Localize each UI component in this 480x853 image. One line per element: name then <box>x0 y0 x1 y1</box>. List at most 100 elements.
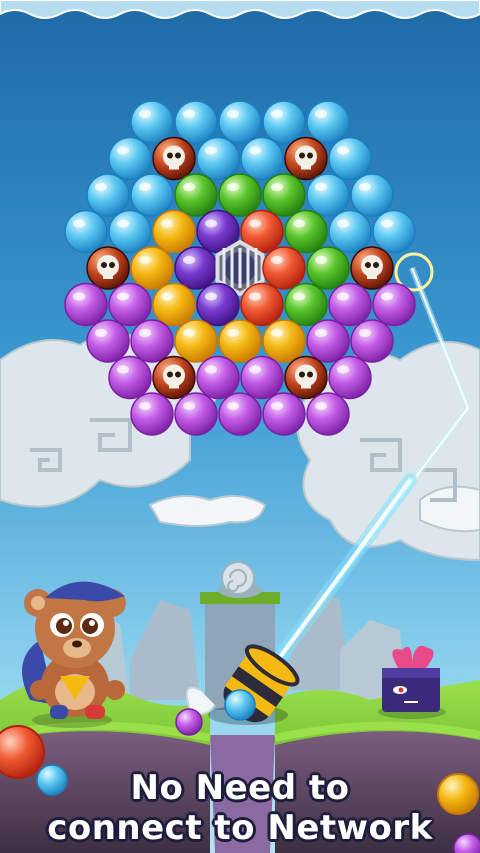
bubble-shine <box>139 183 151 191</box>
bubble-shine <box>271 329 283 337</box>
bubble-shine <box>73 292 85 301</box>
bubble-shine <box>205 146 217 155</box>
bubble-shine <box>95 183 107 191</box>
bubble-shine <box>183 402 195 410</box>
purple-bubble <box>130 392 174 436</box>
bubble-shine <box>139 256 151 264</box>
purple-bubble <box>108 355 152 400</box>
blue-bubble <box>306 173 350 217</box>
purple-bubble <box>196 355 240 400</box>
promo-caption-line-1: No Need to <box>130 768 350 808</box>
bubble-shine <box>293 219 305 228</box>
green-bubble <box>284 209 328 254</box>
green-bubble <box>306 246 350 290</box>
purple-bubble <box>328 282 372 327</box>
bubble-shine <box>359 183 371 191</box>
blue-bubble <box>328 209 372 254</box>
purple-bubble <box>240 355 284 400</box>
bubble-shine <box>271 110 283 118</box>
blue-bubble <box>328 136 372 181</box>
bubble-shine <box>271 402 283 410</box>
blue-bubble <box>108 136 152 181</box>
purple-bubble <box>64 282 108 327</box>
next-bubble[interactable] <box>175 708 203 736</box>
bubble-shine <box>249 365 261 374</box>
violet-bubble <box>196 282 240 327</box>
purple-bubble <box>86 319 130 363</box>
bubble-shine <box>315 110 327 118</box>
blue-bubble <box>306 100 350 144</box>
purple-bubble <box>306 392 350 436</box>
bubble-shine <box>249 219 261 228</box>
bubble-shine <box>337 292 349 301</box>
bubble-shine <box>117 365 129 374</box>
bubble-shine <box>205 365 217 374</box>
blue-bubble <box>196 136 240 181</box>
green-bubble <box>218 173 262 217</box>
yellow-bubble <box>152 282 196 327</box>
bubble-shine <box>337 365 349 374</box>
bubble-shine <box>117 292 129 301</box>
bubble-shine <box>227 183 239 191</box>
game-screen: No Need to connect to Network <box>0 0 480 853</box>
bubble-shine <box>227 329 239 337</box>
bubble-shine <box>117 146 129 155</box>
bubble-shine <box>139 329 151 337</box>
purple-bubble <box>218 392 262 436</box>
blue-bubble <box>372 209 416 254</box>
blue-bubble <box>218 100 262 144</box>
bubble-shine <box>161 219 173 228</box>
bubble-shine <box>249 146 261 155</box>
bubble-shine <box>139 402 151 410</box>
bubble-shine <box>381 292 393 301</box>
bubble-shine <box>293 292 305 301</box>
violet-bubble <box>174 246 218 290</box>
purple-bubble <box>328 355 372 400</box>
purple-bubble <box>306 319 350 363</box>
bubble-shine <box>227 402 239 410</box>
bubble-shine <box>315 329 327 337</box>
bubble-shine <box>315 402 327 410</box>
bubble-shine <box>183 329 195 337</box>
blue-bubble <box>64 209 108 254</box>
blue-bubble <box>130 173 174 217</box>
bubble-shine <box>117 219 129 228</box>
yellow-bubble <box>262 319 306 363</box>
bubble-shine <box>315 183 327 191</box>
bubble-shine <box>139 110 151 118</box>
bubble-shine <box>315 256 327 264</box>
purple-bubble <box>372 282 416 327</box>
bubble-shine <box>205 219 217 228</box>
bubble-shine <box>271 256 283 264</box>
yellow-bubble <box>152 209 196 254</box>
bubble-shine <box>337 146 349 155</box>
bubble-shine <box>271 183 283 191</box>
bubble-shine <box>227 110 239 118</box>
bubble-shine <box>161 292 173 301</box>
yellow-bubble <box>130 246 174 290</box>
green-bubble <box>284 282 328 327</box>
bubble-shine <box>249 292 261 301</box>
purple-bubble <box>130 319 174 363</box>
red-bubble <box>262 246 306 290</box>
bubble-shine <box>381 219 393 228</box>
blue-bubble <box>86 173 130 217</box>
blue-bubble <box>350 173 394 217</box>
bubble-shine <box>183 183 195 191</box>
blue-bubble <box>130 100 174 144</box>
blue-bubble <box>108 209 152 254</box>
game-scene[interactable] <box>0 0 480 853</box>
blue-bubble <box>240 136 284 181</box>
bubble-shine <box>359 329 371 337</box>
bubble-shine <box>183 110 195 118</box>
purple-bubble <box>350 319 394 363</box>
yellow-bubble <box>174 319 218 363</box>
purple-bubble <box>262 392 306 436</box>
bubble-shine <box>183 256 195 264</box>
promo-caption-line-2: connect to Network <box>47 808 433 848</box>
bubble-shine <box>337 219 349 228</box>
green-bubble <box>262 173 306 217</box>
bubble-shine <box>73 219 85 228</box>
loaded-bubble <box>224 689 256 721</box>
green-bubble <box>174 173 218 217</box>
